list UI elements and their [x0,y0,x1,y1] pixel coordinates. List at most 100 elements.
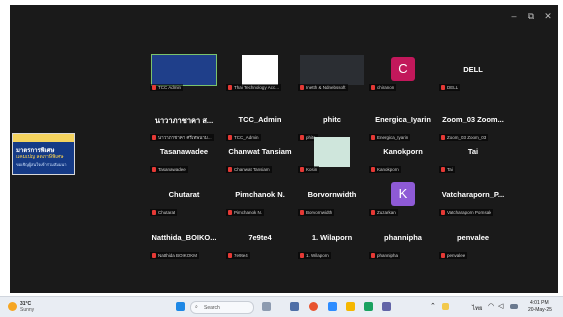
file-explorer-icon[interactable] [346,302,355,311]
zoom-icon[interactable] [328,302,337,311]
tray-app-icon[interactable] [442,303,449,310]
participant-label: penvalee [439,252,468,259]
participant-label: Natthida BOIKOKM [150,252,200,259]
close-button[interactable]: ✕ [541,11,555,22]
participant-tile[interactable]: Vatcharaporn_P... Vatcharaporn Pornsak [437,180,509,217]
windows-taskbar: 31°C Sunny ⌕ Search ⌃ ไทย ◠ ◁ 4:01 PM 20… [0,296,563,317]
participant-name: Borvornwidth [307,190,357,199]
participant-label: 7e9te4 [226,252,250,259]
participant-tile[interactable]: Inetth & Ndnebssoft [296,55,368,92]
participant-label-text: Thai Technology Acc... [234,85,279,90]
task-view-icon[interactable] [290,302,299,311]
mic-muted-icon [228,253,232,258]
participant-label-text: Borvornwidth [306,210,333,215]
volume-icon[interactable]: ◁ [498,302,503,310]
start-windows-icon[interactable] [176,302,185,311]
participant-video [242,55,278,85]
participant-tile[interactable]: 7e9te4 7e9te4 [224,223,296,260]
participant-label-text: Chanwat Tansiam [234,167,270,172]
mic-muted-icon [300,253,304,258]
participant-video [314,137,350,167]
mic-muted-icon [228,85,232,90]
participant-label: chiranon [369,84,397,91]
participant-name: Chutarat [168,190,200,199]
participant-label: Vatcharaporn Pornsak [439,209,494,216]
participant-tile[interactable]: Tai Tai [437,137,509,174]
participant-label: Chanwat Tansiam [226,166,272,173]
language-icon[interactable]: ไทย [472,303,483,313]
copilot-icon[interactable] [262,302,271,311]
participant-tile[interactable]: penvalee penvalee [437,223,509,260]
participant-label: DELL [439,84,461,91]
participant-tile[interactable]: Chanwat Tansiam Chanwat Tansiam [224,137,296,174]
participant-label-text: Zuzarkan [377,210,396,215]
participant-label: Thai Technology Acc... [226,84,281,91]
mic-muted-icon [152,253,156,258]
participant-tile[interactable]: Kosin [296,137,368,174]
participant-label: phannipha [369,252,401,259]
participant-tile[interactable]: Cchiranon [367,55,439,92]
desktop: – ⧉ ✕ มาตรการพิเศษ แคมเปญ ลดภาษีพิเศษ ขอ… [0,0,563,317]
mic-muted-icon [300,210,304,215]
participant-label-text: TCC Admin [158,85,182,90]
participant-label-text: 1. Wilaporn [306,253,329,258]
participant-name: phitc [323,115,341,124]
participant-label-text: Vatcharaporn Pornsak [447,210,492,215]
participant-label: Kosin [298,166,320,173]
participant-tile[interactable]: TCC Admin [148,54,220,92]
zoom-meeting-window: – ⧉ ✕ มาตรการพิเศษ แคมเปญ ลดภาษีพิเศษ ขอ… [10,5,558,293]
mic-muted-icon [152,85,156,90]
line-app-icon[interactable] [364,302,373,311]
chrome-icon[interactable] [309,302,318,311]
participant-tile[interactable]: Natthida_BOIKO... Natthida BOIKOKM [148,223,220,260]
participant-label-text: penvalee [447,253,466,258]
participant-label: Tai [439,166,455,173]
participant-video [151,54,217,86]
weather-icon[interactable] [8,302,17,311]
participant-label-text: Chutarat [158,210,176,215]
participant-name: Tasanawadee [159,147,209,156]
shared-screen-line-2: แคมเปญ ลดภาษีพิเศษ [16,154,64,160]
mic-muted-icon [152,167,156,172]
participant-tile[interactable]: Pimchanok N. Pimchanok N. [224,180,296,217]
participant-label: Chutarat [150,209,178,216]
participant-name: Natthida_BOIKO... [151,233,217,242]
participant-tile[interactable]: K Zuzarkan [367,180,439,217]
participant-tile[interactable]: Borvornwidth Borvornwidth [296,180,368,217]
shared-screen-banner [13,134,74,142]
participant-name: Zoom_03 Zoom... [442,115,504,124]
participant-label-text: Inetth & Ndnebssoft [306,85,346,90]
participant-tile[interactable]: 1. Wilaporn 1. Wilaporn [296,223,368,260]
participant-tile[interactable]: Thai Technology Acc... [224,55,296,92]
participant-label-text: DELL [447,85,459,90]
participant-name: Tai [467,147,479,156]
participant-name: Energica_Iyarin [375,115,431,124]
minimize-button[interactable]: – [507,11,521,21]
participant-name: 1. Wilaporn [311,233,353,242]
mic-muted-icon [371,253,375,258]
shared-screen-thumbnail[interactable]: มาตรการพิเศษ แคมเปญ ลดภาษีพิเศษ ขอเชิญผู… [12,133,75,175]
participant-video [300,55,364,85]
clock-time[interactable]: 4:01 PM [530,300,549,306]
participant-label-text: Pimchanok N. [234,210,263,215]
participant-name: TCC_Admin [238,115,282,124]
participant-name: นาวาภาชาคา ส... [154,116,214,125]
mic-muted-icon [371,85,375,90]
mic-muted-icon [300,167,304,172]
participant-tile[interactable]: Tasanawadee Tasanawadee [148,137,220,174]
battery-icon[interactable] [510,304,518,309]
participant-name: 7e9te4 [248,233,272,242]
participant-tile[interactable]: phannipha phannipha [367,223,439,260]
mic-muted-icon [371,167,375,172]
teams-icon[interactable] [382,302,391,311]
participant-tile[interactable]: Chutarat Chutarat [148,180,220,217]
participant-label: 1. Wilaporn [298,252,331,259]
wifi-icon[interactable]: ◠ [488,302,494,310]
maximize-button[interactable]: ⧉ [524,11,538,22]
mic-muted-icon [228,210,232,215]
taskbar-search-box[interactable]: ⌕ Search [190,301,254,314]
chevron-up-icon[interactable]: ⌃ [430,302,436,310]
clock-date[interactable]: 20-May-25 [528,307,552,313]
participant-tile[interactable]: DELL DELL [437,55,509,92]
participant-tile[interactable]: Kanokporn Kanokporn [367,137,439,174]
